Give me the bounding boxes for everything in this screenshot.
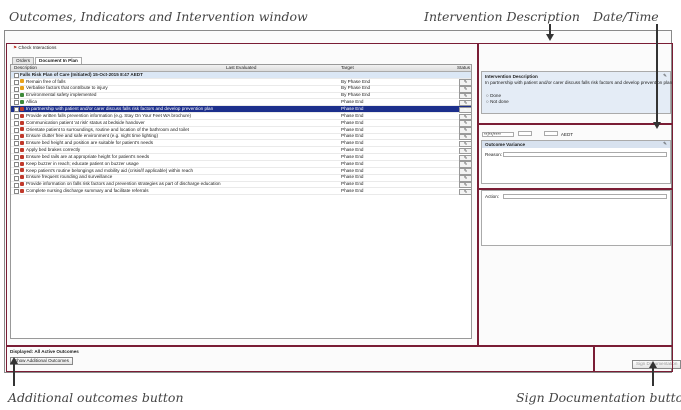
- arrow-line-additional: [13, 362, 15, 386]
- arrow-line-sign: [652, 366, 654, 386]
- annotation-additional-outcomes: Additional outcomes button: [8, 390, 184, 405]
- annotation-outcomes-window: Outcomes, Indicators and Intervention wi…: [9, 9, 308, 24]
- arrow-head-additional: [10, 357, 18, 364]
- arrow-line-date-time: [656, 24, 658, 124]
- intervention-description-frame: [478, 43, 673, 124]
- sign-documentation-frame: [594, 346, 673, 372]
- arrow-head-date-time: [653, 122, 661, 129]
- annotation-sign-documentation: Sign Documentation button: [516, 390, 681, 405]
- arrow-head-sign: [649, 361, 657, 368]
- annotation-date-time: Date/Time: [593, 9, 659, 24]
- date-time-frame: [478, 124, 673, 189]
- additional-outcomes-frame: [6, 346, 594, 372]
- annotation-intervention-description: Intervention Description: [424, 9, 580, 24]
- outcomes-window-frame: [6, 43, 478, 346]
- arrow-head-intervention: [546, 34, 554, 41]
- action-frame: [478, 189, 673, 346]
